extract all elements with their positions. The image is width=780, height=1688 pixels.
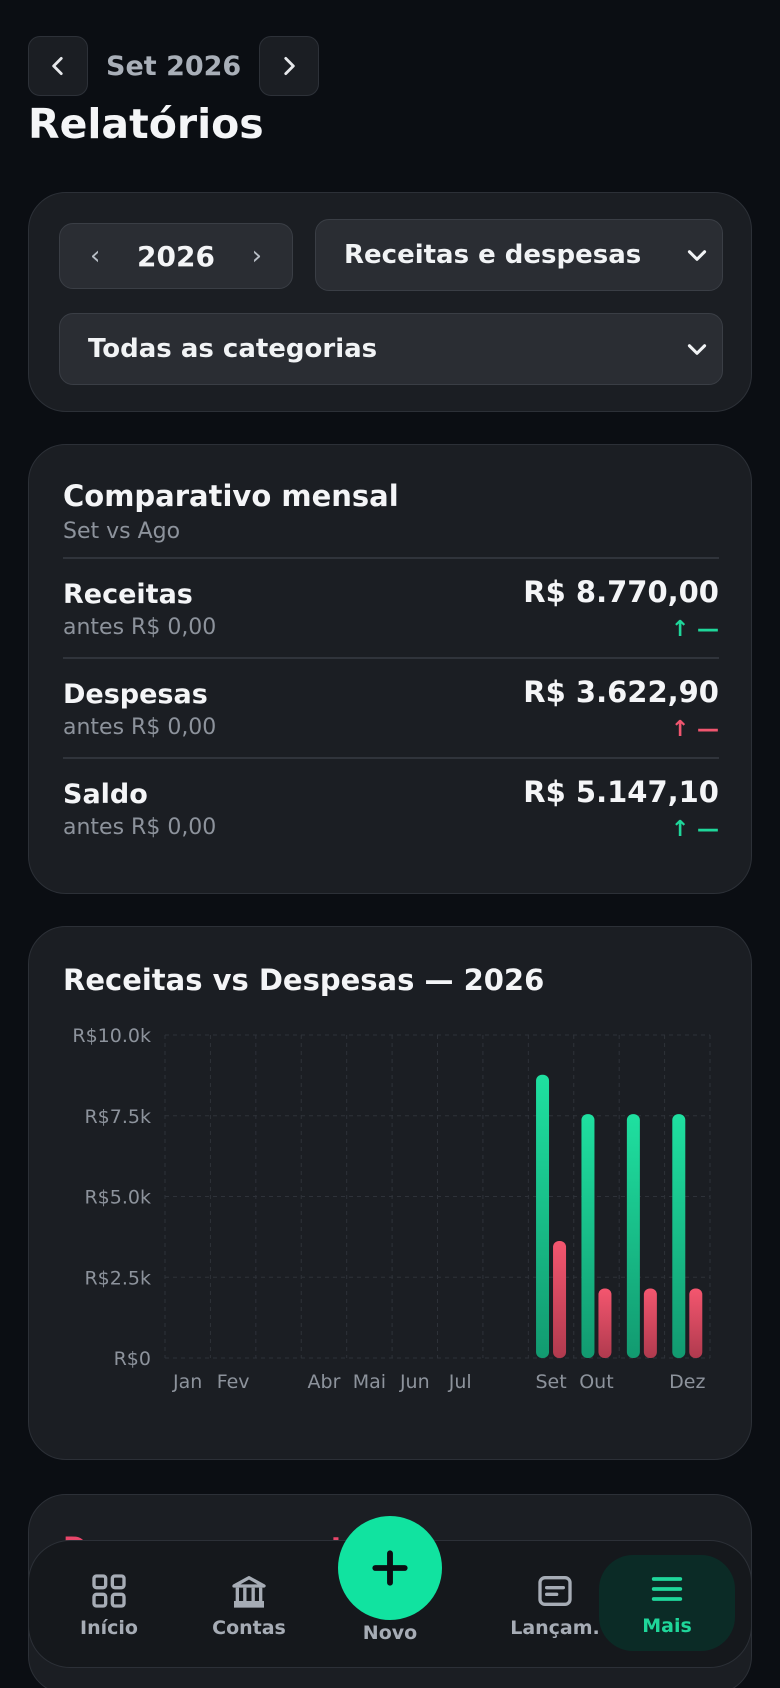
month-navigator: Set 2026 [28,36,320,96]
row-previous: antes R$ 0,00 [63,715,217,740]
receitas-bar[interactable] [581,1114,595,1358]
x-tick-label: Jul [448,1371,472,1393]
receitas-bar[interactable] [672,1114,686,1358]
comparison-row-receitas: Receitas antes R$ 0,00 R$ 8.770,00 ↑ — [63,557,719,657]
x-tick-label: Jan [172,1371,202,1393]
x-tick-label: Mai [353,1371,386,1393]
nav-contas[interactable]: Contas [183,1541,315,1669]
row-previous: antes R$ 0,00 [63,815,217,840]
report-type-select[interactable]: Receitas e despesas [315,219,723,291]
receipt-icon [538,1576,572,1606]
trend-indicator: ↑ — [670,817,719,842]
new-button-label: Novo [362,1622,418,1644]
y-tick-label: R$2.5k [84,1267,151,1289]
despesas-bar[interactable] [643,1288,657,1358]
comparison-title: Comparativo mensal [63,479,399,513]
nav-inicio[interactable]: Início [43,1541,175,1669]
filters-card: ‹ 2026 › Receitas e despesas Todas as ca… [28,192,752,412]
nav-label: Mais [642,1615,692,1637]
report-type-value: Receitas e despesas [344,240,642,270]
comparison-row-saldo: Saldo antes R$ 0,00 R$ 5.147,10 ↑ — [63,757,719,857]
chevron-down-icon [687,344,707,355]
menu-icon [651,1577,683,1601]
despesas-bar[interactable] [598,1288,612,1358]
chevron-left-icon [52,57,63,75]
income-expense-bar-chart: R$0 R$2.5k R$5.0k R$7.5k R$10.0k Jan Fev Abr Ma… [72,1025,711,1393]
trend-indicator: ↑ — [670,617,719,642]
y-tick-label: R$10.0k [72,1025,151,1047]
comparison-row-despesas: Despesas antes R$ 0,00 R$ 3.622,90 ↑ — [63,657,719,757]
year-value: 2026 [137,239,215,273]
y-tick-label: R$5.0k [84,1187,151,1209]
x-tick-label: Dez [669,1371,705,1393]
row-value: R$ 5.147,10 [523,775,719,809]
despesas-bar[interactable] [553,1240,567,1358]
plus-icon [372,1550,408,1586]
next-month-button[interactable] [259,36,320,96]
nav-label: Contas [212,1617,286,1639]
x-tick-label: Jun [399,1371,430,1393]
row-value: R$ 3.622,90 [523,675,719,709]
row-value: R$ 8.770,00 [523,575,719,609]
monthly-comparison-card: Comparativo mensal Set vs Ago Receitas a… [28,444,752,894]
x-tick-label: Set [535,1371,566,1393]
bank-icon [232,1576,266,1608]
grid-icon [92,1574,126,1608]
nav-label: Início [80,1617,138,1639]
receitas-bar[interactable] [626,1114,640,1358]
trend-indicator: ↑ — [670,717,719,742]
despesas-bar[interactable] [689,1288,703,1358]
category-select[interactable]: Todas as categorias [59,313,723,385]
new-transaction-button[interactable] [338,1516,442,1620]
receitas-bar[interactable] [536,1074,550,1358]
row-label: Saldo [63,779,148,810]
row-previous: antes R$ 0,00 [63,615,217,640]
y-tick-label: R$7.5k [84,1106,151,1128]
category-value: Todas as categorias [88,334,378,364]
chevron-down-icon [687,250,707,261]
year-selector: ‹ 2026 › [59,223,293,289]
next-year-button[interactable]: › [252,241,262,271]
page-title: Relatórios [28,100,264,148]
chart-title: Receitas vs Despesas — 2026 [63,963,545,997]
previous-year-button[interactable]: ‹ [90,241,100,271]
nav-mais[interactable]: Mais [599,1555,735,1651]
x-tick-label: Abr [308,1371,341,1393]
row-label: Receitas [63,579,193,610]
comparison-subtitle: Set vs Ago [63,519,181,544]
y-tick-label: R$0 [114,1348,151,1370]
chevron-right-icon [284,57,295,75]
x-tick-label: Out [579,1371,613,1393]
income-vs-expense-chart-card: Receitas vs Despesas — 2026 R$0 R$2.5k R$5… [28,926,752,1460]
previous-month-button[interactable] [28,36,88,96]
row-label: Despesas [63,679,208,710]
x-tick-label: Fev [217,1371,250,1393]
current-month-label: Set 2026 [106,50,242,82]
nav-label: Lançam. [510,1617,600,1639]
